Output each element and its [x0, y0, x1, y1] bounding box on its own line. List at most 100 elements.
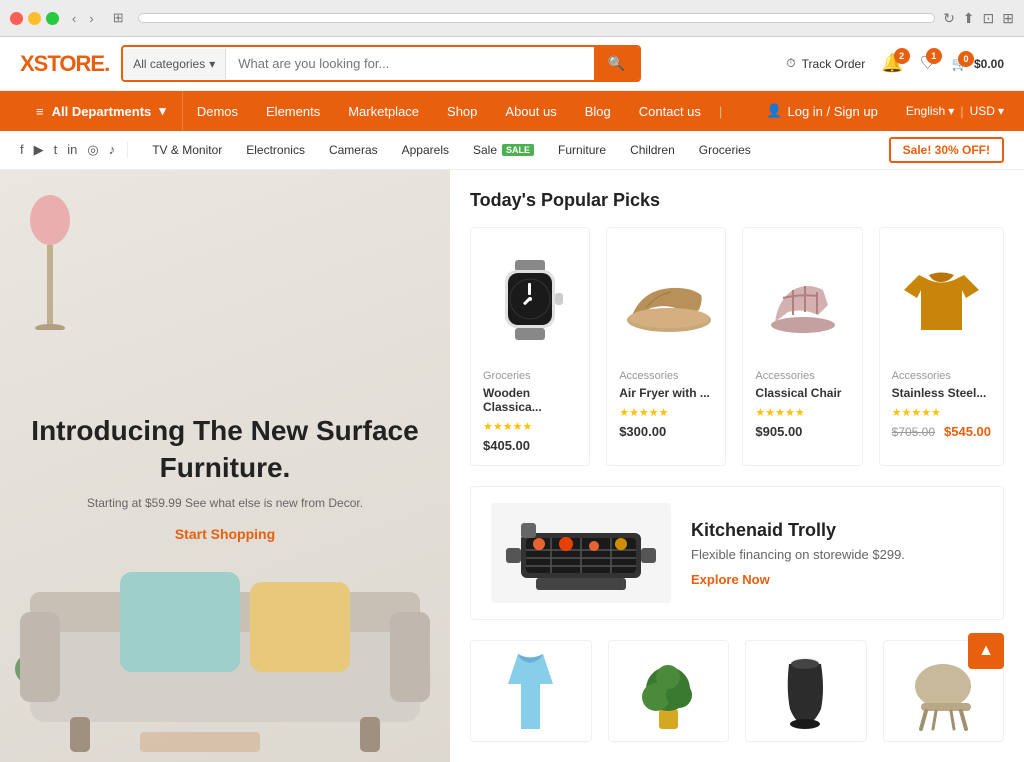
- nav-link-marketplace[interactable]: Marketplace: [334, 92, 433, 131]
- dot-red[interactable]: [10, 12, 23, 25]
- bottom-product-img-1: [619, 651, 719, 731]
- product-card-1[interactable]: Accessories Air Fryer with ... ★★★★★ $30…: [606, 227, 726, 466]
- cart-icon-wrapper: 🛒 0: [952, 56, 968, 72]
- bottom-product-1[interactable]: [608, 640, 730, 742]
- hero-section: Introducing The New Surface Furniture. S…: [0, 170, 450, 762]
- browser-chrome: ‹ › ⊞ ↻ ⬆ ⊡ ⊞: [0, 0, 1024, 37]
- popular-picks-title: Today's Popular Picks: [470, 190, 1004, 211]
- facebook-icon[interactable]: f: [20, 142, 24, 158]
- sale-badge: SALE: [502, 144, 534, 156]
- notifications-badge: 2: [894, 48, 910, 64]
- product-card-0[interactable]: Groceries Wooden Classica... ★★★★★ $405.…: [470, 227, 590, 466]
- cart-total: $0.00: [974, 57, 1004, 71]
- cart-btn[interactable]: 🛒 0 $0.00: [952, 56, 1004, 72]
- linkedin-icon[interactable]: in: [67, 142, 77, 158]
- wishlist-badge: 1: [926, 48, 942, 64]
- nav-divider: |: [715, 104, 726, 119]
- product-name-3: Stainless Steel...: [892, 386, 991, 400]
- product-stars-3: ★★★★★: [892, 406, 991, 419]
- cat-cameras[interactable]: Cameras: [317, 139, 390, 161]
- youtube-icon[interactable]: ▶: [34, 142, 44, 158]
- main-content: Introducing The New Surface Furniture. S…: [0, 170, 1024, 762]
- hero-cta-btn[interactable]: Start Shopping: [175, 526, 275, 542]
- twitter-icon[interactable]: t: [54, 142, 58, 158]
- dot-yellow[interactable]: [28, 12, 41, 25]
- cart-badge: 0: [958, 51, 974, 67]
- forward-btn[interactable]: ›: [84, 9, 98, 28]
- track-order-btn[interactable]: ⏱ Track Order: [786, 56, 865, 71]
- product-stars-1: ★★★★★: [619, 406, 713, 419]
- search-button[interactable]: 🔍: [594, 47, 639, 80]
- search-input[interactable]: [226, 48, 593, 79]
- sidebar-btn[interactable]: ⊞: [107, 8, 130, 28]
- product-image-1: [619, 240, 713, 360]
- product-stars-0: ★★★★★: [483, 420, 577, 433]
- tiktok-icon[interactable]: ♪: [109, 142, 116, 158]
- login-btn[interactable]: 👤 Log in / Sign up: [756, 91, 888, 131]
- nav-link-contact[interactable]: Contact us: [625, 92, 715, 131]
- bottom-product-img-0: [481, 651, 581, 731]
- header-actions: ⏱ Track Order 🔔 2 ♡ 1 🛒 0 $0.00: [786, 53, 1004, 74]
- product-image-0: [483, 240, 577, 360]
- category-links: TV & Monitor Electronics Cameras Apparel…: [140, 139, 888, 161]
- nav-link-blog[interactable]: Blog: [571, 92, 625, 131]
- promo-image: [491, 503, 671, 603]
- product-card-2[interactable]: Accessories Classical Chair ★★★★★ $905.0…: [742, 227, 862, 466]
- address-bar[interactable]: [138, 13, 935, 23]
- cat-apparels[interactable]: Apparels: [390, 139, 461, 161]
- search-category-dropdown[interactable]: All categories ▾: [123, 49, 226, 79]
- menu-btn[interactable]: ⊞: [1002, 10, 1014, 27]
- currency-btn[interactable]: USD ▾: [970, 104, 1004, 118]
- share-btn[interactable]: ⬆: [963, 10, 975, 27]
- nav-bar: ≡ All Departments ▾ Demos Elements Marke…: [0, 91, 1024, 131]
- nav-link-shop[interactable]: Shop: [433, 92, 491, 131]
- cat-children[interactable]: Children: [618, 139, 687, 161]
- product-stars-2: ★★★★★: [755, 406, 849, 419]
- language-btn[interactable]: English ▾: [906, 104, 954, 118]
- hero-text-area: Introducing The New Surface Furniture. S…: [0, 393, 450, 562]
- instagram-icon[interactable]: ◎: [87, 142, 98, 158]
- logo[interactable]: XSTORE.: [20, 51, 109, 77]
- wishlist-btn[interactable]: ♡ 1: [920, 53, 936, 74]
- category-label: All categories: [133, 57, 205, 71]
- cat-groceries[interactable]: Groceries: [687, 139, 763, 161]
- social-icons: f ▶ t in ◎ ♪: [20, 142, 128, 158]
- promo-title: Kitchenaid Trolly: [691, 520, 983, 541]
- back-btn[interactable]: ‹: [67, 9, 81, 28]
- notifications-btn[interactable]: 🔔 2: [881, 53, 903, 74]
- product-name-0: Wooden Classica...: [483, 386, 577, 414]
- product-price-0: $405.00: [483, 438, 577, 453]
- header-top: XSTORE. All categories ▾ 🔍 ⏱ Track Order…: [0, 37, 1024, 91]
- promo-cta-btn[interactable]: Explore Now: [691, 572, 770, 587]
- all-departments-btn[interactable]: ≡ All Departments ▾: [20, 91, 183, 131]
- category-bar: f ▶ t in ◎ ♪ TV & Monitor Electronics Ca…: [0, 131, 1024, 170]
- lamp-decoration: [25, 190, 75, 333]
- bottom-products: [470, 640, 1004, 742]
- cat-furniture[interactable]: Furniture: [546, 139, 618, 161]
- nav-link-demos[interactable]: Demos: [183, 92, 252, 131]
- search-icon: 🔍: [608, 55, 625, 71]
- user-icon: 👤: [766, 103, 782, 119]
- nav-links: Demos Elements Marketplace Shop About us…: [183, 92, 715, 131]
- reload-btn[interactable]: ↻: [943, 10, 955, 27]
- bottom-product-2[interactable]: [745, 640, 867, 742]
- scroll-to-top-btn[interactable]: ▲: [968, 633, 1004, 669]
- promo-subtitle: Flexible financing on storewide $299.: [691, 547, 983, 562]
- price-group-3: $705.00 $545.00: [892, 424, 991, 439]
- bottom-product-0[interactable]: [470, 640, 592, 742]
- product-name-1: Air Fryer with ...: [619, 386, 713, 400]
- dot-green[interactable]: [46, 12, 59, 25]
- sale-30-off-btn[interactable]: Sale! 30% OFF!: [889, 137, 1004, 163]
- cat-sale[interactable]: Sale SALE: [461, 139, 546, 161]
- chevron-down-icon: ▾: [209, 57, 215, 71]
- product-card-3[interactable]: Accessories Stainless Steel... ★★★★★ $70…: [879, 227, 1004, 466]
- nav-link-elements[interactable]: Elements: [252, 92, 334, 131]
- bookmark-btn[interactable]: ⊡: [983, 10, 995, 27]
- clock-icon: ⏱: [786, 56, 795, 71]
- product-category-2: Accessories: [755, 370, 849, 382]
- chevron-down-icon: ▾: [948, 104, 954, 118]
- product-price-2: $905.00: [755, 424, 849, 439]
- nav-link-about[interactable]: About us: [491, 92, 570, 131]
- cat-tv-monitor[interactable]: TV & Monitor: [140, 139, 234, 161]
- cat-electronics[interactable]: Electronics: [234, 139, 317, 161]
